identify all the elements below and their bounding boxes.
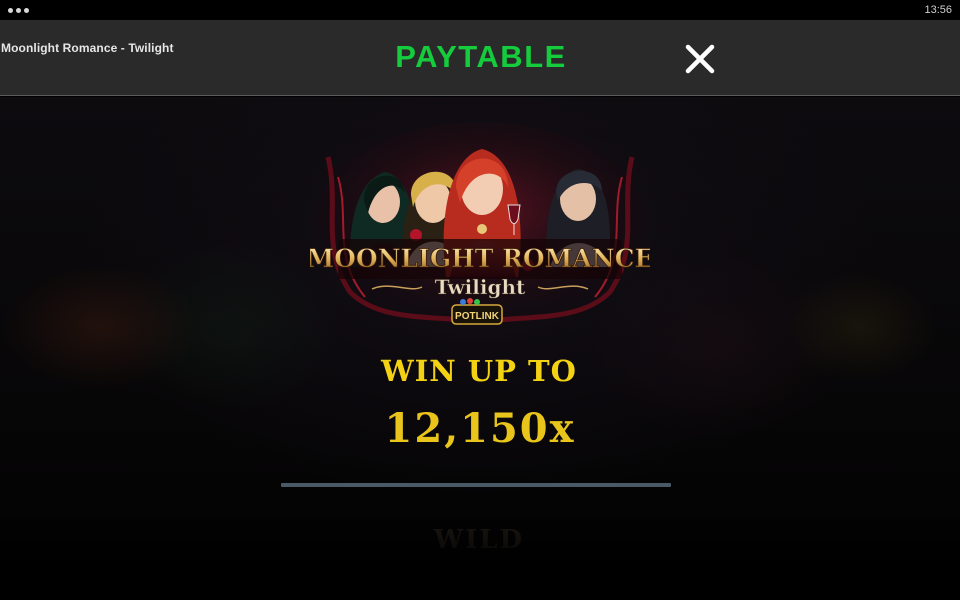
game-logo-art: MOONLIGHT ROMANCE Twilight POTLINK xyxy=(306,122,654,325)
win-up-to-label: WIN UP TO xyxy=(381,354,577,388)
paytable-header: Moonlight Romance - Twilight PAYTABLE xyxy=(0,20,960,96)
status-bar: 13:56 xyxy=(0,0,960,20)
paytable-content[interactable]: MOONLIGHT ROMANCE Twilight POTLINK WIN U… xyxy=(0,97,960,600)
more-dots-icon[interactable] xyxy=(8,7,29,13)
game-logo: MOONLIGHT ROMANCE Twilight POTLINK xyxy=(306,117,654,332)
close-icon xyxy=(685,44,715,74)
logo-title-line2: Twilight xyxy=(435,275,526,299)
wild-section-title: WILD xyxy=(433,525,525,555)
section-divider xyxy=(281,483,671,487)
status-time: 13:56 xyxy=(924,4,952,16)
page-title: PAYTABLE xyxy=(395,39,567,74)
logo-title-line1: MOONLIGHT ROMANCE xyxy=(310,244,650,273)
logo-badge: POTLINK xyxy=(455,311,500,322)
max-win-value: 12,150x xyxy=(384,405,576,452)
close-button[interactable] xyxy=(684,43,716,75)
